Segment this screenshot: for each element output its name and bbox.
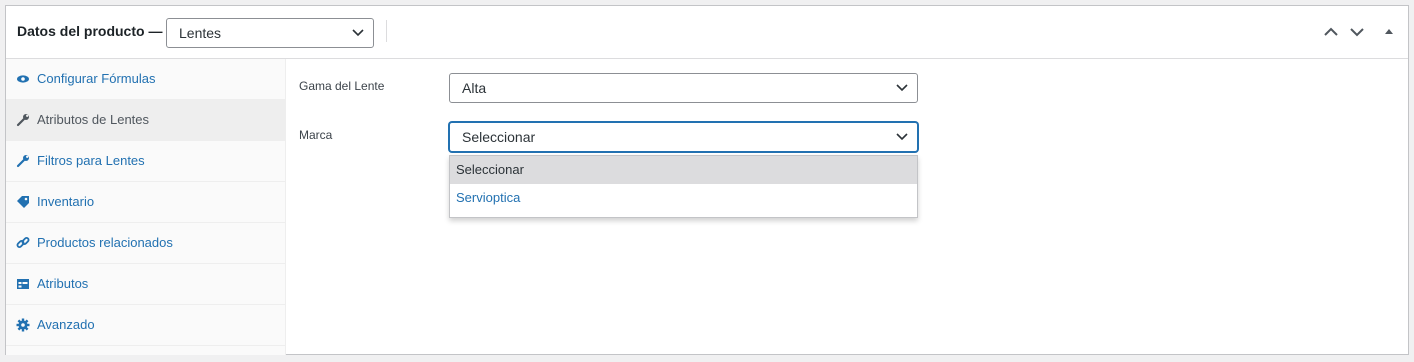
gama-label: Gama del Lente <box>299 79 385 93</box>
marca-option-seleccionar[interactable]: Seleccionar <box>450 156 917 184</box>
tab-inventario[interactable]: Inventario <box>6 182 285 223</box>
tab-atributos[interactable]: Atributos <box>6 264 285 305</box>
panel-header: Datos del producto — Lentes <box>6 6 1408 59</box>
toggle-panel-button[interactable] <box>1380 23 1398 41</box>
marca-option-servioptica[interactable]: Servioptica <box>450 184 917 212</box>
tab-label: Atributos <box>37 276 89 291</box>
triangle-up-icon <box>1385 29 1393 34</box>
product-data-panel: Datos del producto — Lentes Configurar F… <box>5 5 1409 355</box>
tab-label: Inventario <box>37 194 95 209</box>
marca-label: Marca <box>299 128 333 142</box>
tab-label: Productos relacionados <box>37 235 173 250</box>
move-down-button[interactable] <box>1348 23 1366 41</box>
tab-content: Gama del Lente Alta Marca Seleccionar Se… <box>286 59 1408 355</box>
product-type-select[interactable]: Lentes <box>166 18 374 48</box>
product-data-tabs: Configurar Fórmulas Atributos de Lentes … <box>6 59 286 355</box>
table-icon <box>17 279 29 289</box>
move-up-button[interactable] <box>1322 23 1340 41</box>
panel-title: Datos del producto — <box>17 23 163 39</box>
tab-configurar-formulas[interactable]: Configurar Fórmulas <box>6 59 285 100</box>
wrench-icon <box>16 114 29 127</box>
marca-value: Seleccionar <box>462 129 536 145</box>
header-divider <box>386 20 387 42</box>
tab-label: Avanzado <box>37 317 95 332</box>
chevron-down-icon <box>896 84 908 92</box>
tab-filtros-para-lentes[interactable]: Filtros para Lentes <box>6 141 285 182</box>
tab-productos-relacionados[interactable]: Productos relacionados <box>6 223 285 264</box>
tab-label: Atributos de Lentes <box>37 112 150 127</box>
chevron-down-icon <box>1350 28 1364 37</box>
tag-icon <box>17 196 29 208</box>
product-type-value: Lentes <box>179 25 222 41</box>
gama-value: Alta <box>462 80 487 96</box>
link-icon <box>16 237 30 248</box>
wrench-icon <box>16 155 29 168</box>
gear-icon <box>16 318 30 332</box>
tab-atributos-de-lentes[interactable]: Atributos de Lentes <box>6 100 285 141</box>
gama-select[interactable]: Alta <box>449 73 918 103</box>
tab-avanzado[interactable]: Avanzado <box>6 305 285 346</box>
marca-dropdown: Seleccionar Servioptica <box>449 155 918 218</box>
chevron-down-icon <box>896 133 908 141</box>
tab-label: Configurar Fórmulas <box>37 71 156 86</box>
chevron-down-icon <box>352 29 364 37</box>
tab-label: Filtros para Lentes <box>37 153 145 168</box>
marca-select[interactable]: Seleccionar <box>449 122 918 152</box>
eye-icon <box>17 75 29 83</box>
chevron-up-icon <box>1324 27 1338 36</box>
